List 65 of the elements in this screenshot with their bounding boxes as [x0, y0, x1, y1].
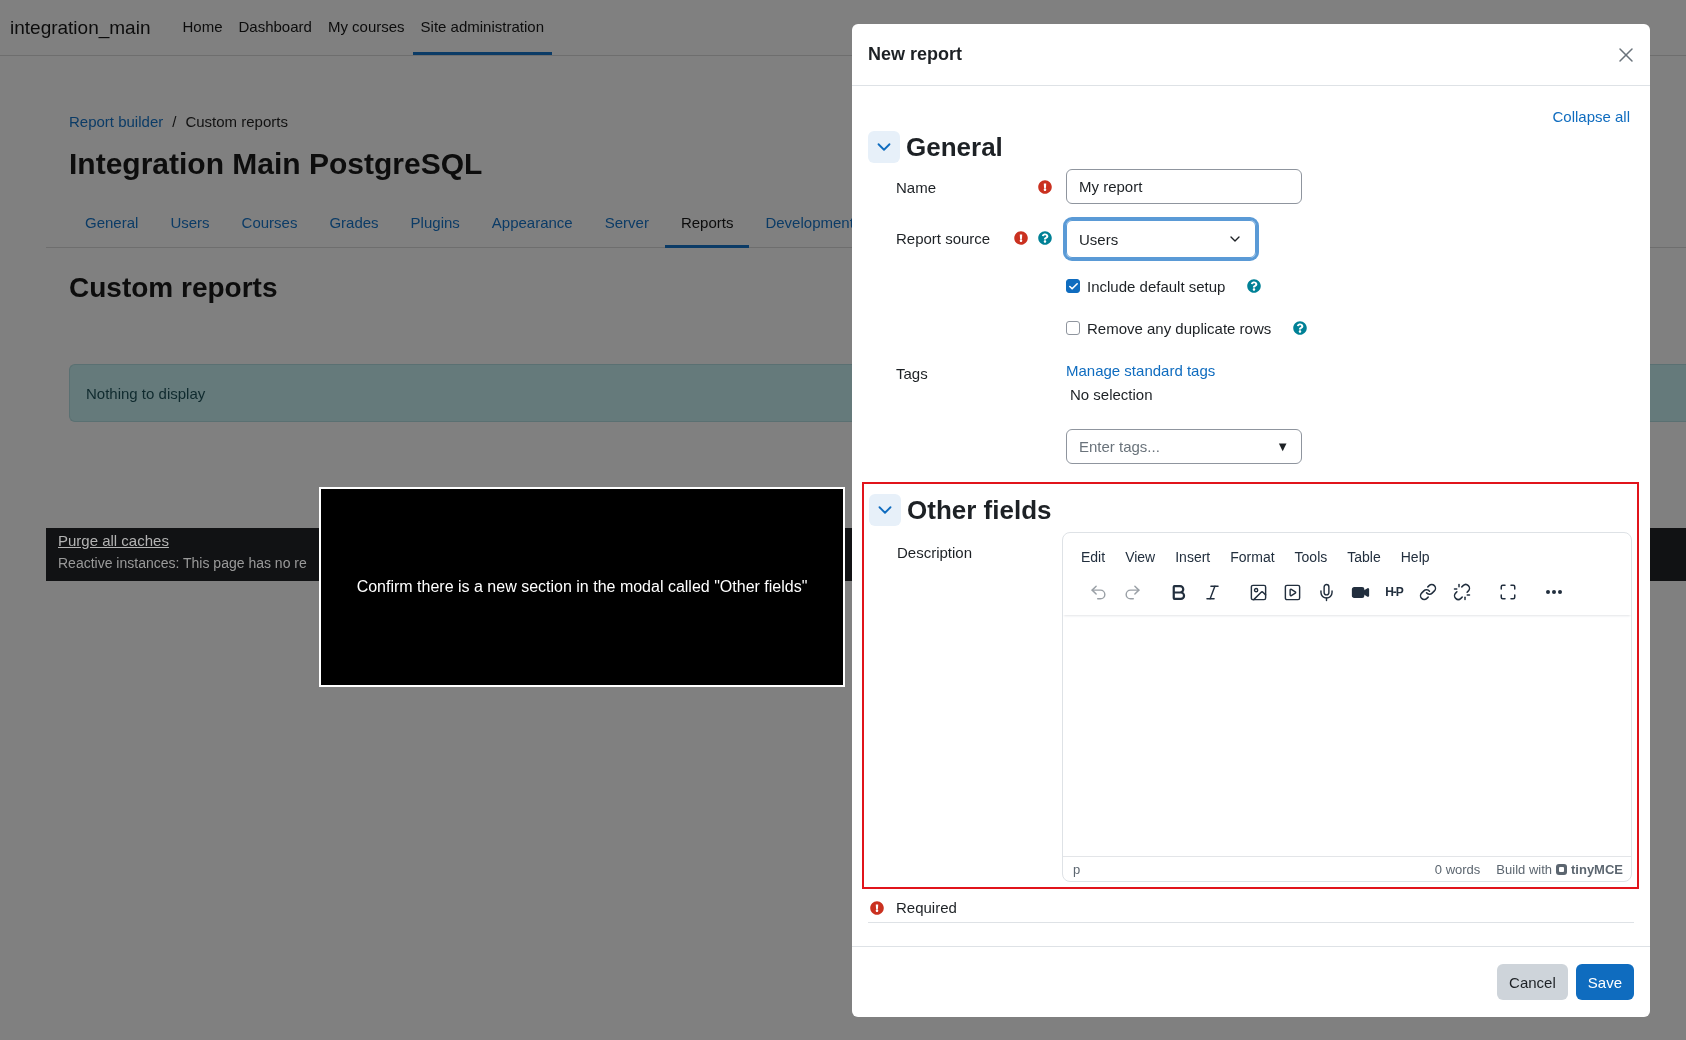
h5p-button[interactable]: H-P	[1377, 577, 1411, 607]
modal-title: New report	[868, 44, 963, 65]
nav-link[interactable]: Dashboard	[230, 0, 320, 55]
field-label: Report source	[896, 229, 991, 247]
checkbox[interactable]	[1066, 279, 1080, 293]
required-note: Required	[896, 899, 957, 916]
checkbox[interactable]	[1066, 321, 1080, 335]
expand-icon	[1499, 583, 1517, 601]
manage-tags-link[interactable]: Manage standard tags	[1066, 362, 1634, 379]
editor-menu-item[interactable]: Table	[1337, 547, 1391, 567]
help-icon[interactable]	[1247, 279, 1262, 293]
section-toggle[interactable]	[868, 131, 900, 163]
nav-link[interactable]: My courses	[319, 0, 413, 55]
required-icon	[870, 900, 884, 915]
name-input[interactable]: My report	[1066, 169, 1302, 204]
admin-tab[interactable]: Courses	[225, 202, 314, 248]
editor-menu-item[interactable]: Insert	[1165, 547, 1221, 567]
broken-link-icon	[1453, 583, 1471, 601]
footer-text: Reactive instances: This page has no re	[58, 555, 307, 571]
admin-tab[interactable]: Grades	[313, 202, 395, 248]
word-count: 0 words	[1434, 861, 1481, 877]
section-title: Other fields	[907, 494, 1052, 526]
cancel-button[interactable]: Cancel	[1497, 964, 1568, 1000]
admin-tab[interactable]: General	[69, 202, 155, 248]
editor-menu-item[interactable]: Edit	[1071, 547, 1116, 567]
editor-menu-item[interactable]: Help	[1390, 547, 1440, 567]
more-icon	[1546, 590, 1562, 594]
tiny-logo-icon	[1555, 862, 1568, 876]
section-toggle[interactable]	[869, 494, 901, 526]
field-label: Tags	[896, 365, 928, 382]
editor-menu-item[interactable]: View	[1115, 547, 1166, 567]
nav-link[interactable]: Site administration	[412, 0, 552, 55]
caption-text: Confirm there is a new section in the modal called "Other fields"	[356, 578, 808, 596]
link-icon	[1419, 583, 1437, 601]
help-icon[interactable]	[1038, 231, 1052, 245]
admin-tab[interactable]: Plugins	[394, 202, 476, 248]
editor-menu-item[interactable]: Format	[1220, 547, 1285, 567]
checkbox-label: Remove any duplicate rows	[1087, 319, 1272, 337]
page-title: Integration Main PostgreSQL	[69, 147, 483, 181]
help-icon[interactable]	[1293, 321, 1308, 335]
collapse-all-link[interactable]: Collapse all	[1552, 108, 1630, 125]
site-name[interactable]: integration_main	[10, 16, 151, 39]
section-title: General	[906, 131, 1003, 163]
admin-tab[interactable]: Reports	[664, 202, 750, 248]
check-icon	[1067, 280, 1079, 292]
checkbox-label: Include default setup	[1087, 277, 1226, 295]
tags-selection: No selection	[1070, 386, 1154, 403]
breadcrumb-separator: /	[172, 113, 177, 130]
tags-field[interactable]: Enter tags... ▼	[1066, 429, 1302, 464]
editor-menu-item[interactable]: Tools	[1284, 547, 1338, 567]
section-heading: Custom reports	[69, 272, 278, 304]
element-path: p	[1073, 861, 1081, 877]
save-button[interactable]: Save	[1575, 964, 1634, 1000]
source-select[interactable]: Users	[1066, 220, 1256, 258]
admin-tab[interactable]: Server	[588, 202, 665, 248]
breadcrumb-current: Custom reports	[185, 113, 288, 130]
field-label: Description	[897, 543, 973, 561]
media-icon	[1282, 582, 1302, 602]
admin-tab[interactable]: Appearance	[475, 202, 589, 248]
breadcrumb-link[interactable]: Report builder	[69, 113, 164, 130]
nav-link[interactable]: Home	[174, 0, 231, 55]
field-label: Name	[896, 178, 936, 196]
image-icon	[1248, 582, 1268, 602]
admin-tab[interactable]: Users	[154, 202, 226, 248]
editor-branding-link[interactable]: Build with tinyMCE	[1496, 861, 1623, 877]
